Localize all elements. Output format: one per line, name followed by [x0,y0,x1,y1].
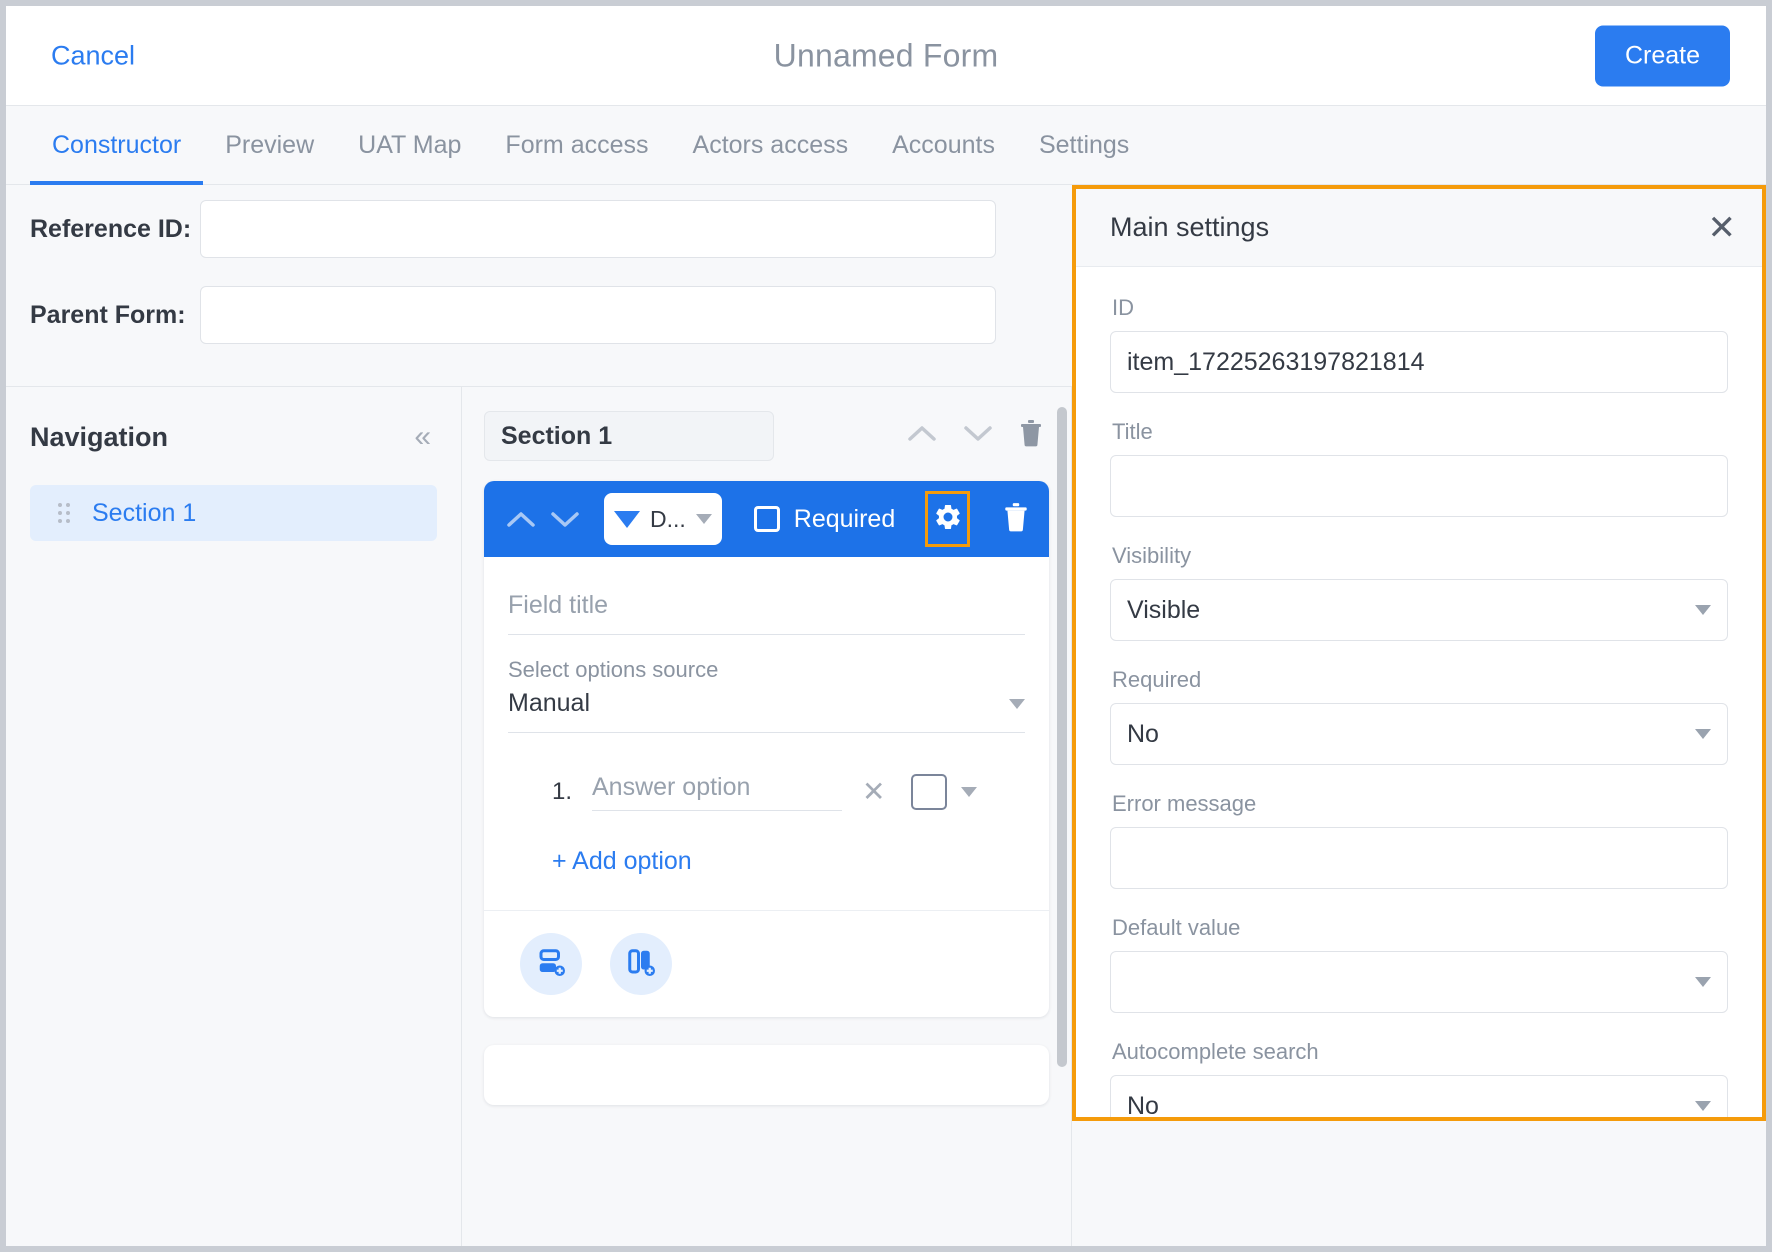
field-footer [484,910,1049,1017]
field-body: Field title Select options source Manual… [484,557,1049,910]
field-move-down-icon[interactable] [550,510,580,528]
setting-value-required: No [1127,719,1159,748]
field-toolbar: D... Required [484,481,1049,557]
setting-label-autocomplete-search: Autocomplete search [1112,1039,1319,1064]
field-move-up-icon[interactable] [506,510,536,528]
answer-option-number: 1. [552,778,573,805]
tab-form-access[interactable]: Form access [483,107,670,185]
page-title: Unnamed Form [773,37,999,73]
form-canvas: Section 1 D... Required Field title Sele… [462,387,1072,1246]
setting-select-required[interactable]: No [1110,703,1728,765]
parent-form-input[interactable] [200,286,996,344]
setting-input-error-message[interactable] [1110,827,1728,889]
chevron-down-icon [1695,977,1711,987]
next-field-card-placeholder [484,1045,1049,1105]
setting-label-default-value: Default value [1112,915,1241,940]
setting-input-title[interactable] [1110,455,1728,517]
chevron-down-icon [1695,729,1711,739]
section-toolbar [907,419,1043,447]
chevron-down-icon [695,514,712,524]
settings-panel-title: Main settings [1110,212,1270,242]
close-icon[interactable]: ✕ [862,778,885,806]
tab-constructor[interactable]: Constructor [30,107,204,185]
main-body: Navigation « Section 1 Section 1 D... Re… [6,185,1766,1246]
navigation-header: Navigation « [6,409,461,465]
answer-option-input[interactable]: Answer option [592,773,842,811]
main-settings-panel: Main settings ✕ ID item_1722526319782181… [1072,185,1766,1121]
field-title-input[interactable]: Field title [508,591,1025,635]
section-delete-icon[interactable] [1019,419,1043,447]
navigation-panel: Navigation « Section 1 [6,387,462,1246]
form-constructor-app: Cancel Unnamed Form Create Constructor P… [0,0,1772,1252]
add-row-icon [536,947,566,982]
required-checkbox[interactable]: Required [753,504,896,534]
chevron-down-icon [1695,1101,1711,1111]
section-move-up-icon[interactable] [907,424,937,442]
tab-preview[interactable]: Preview [203,107,336,185]
field-type-label: D... [650,505,686,532]
navigation-title: Navigation [30,421,169,452]
setting-input-id[interactable]: item_17225263197821814 [1110,331,1728,393]
gear-icon [933,502,963,537]
chevron-down-icon [1009,698,1025,709]
tab-accounts[interactable]: Accounts [870,107,1017,185]
top-bar: Cancel Unnamed Form Create [6,6,1766,106]
trash-icon [1003,502,1029,537]
answer-option-row: 1. Answer option ✕ [508,755,1025,811]
setting-label-required: Required [1112,667,1202,692]
setting-label-id: ID [1112,295,1134,320]
setting-select-visibility[interactable]: Visible [1110,579,1728,641]
add-column-icon [626,947,656,982]
setting-label-error-message: Error message [1112,791,1257,816]
parent-form-label: Parent Form: [30,300,186,329]
chevron-down-icon[interactable] [961,787,978,797]
settings-panel-header: Main settings ✕ [1076,189,1762,267]
sidebar-item-section-1[interactable]: Section 1 [30,485,437,541]
tab-actors-access[interactable]: Actors access [671,107,871,185]
field-type-select[interactable]: D... [604,493,722,545]
tab-settings[interactable]: Settings [1017,107,1151,185]
settings-panel-body: ID item_17225263197821814 Title Visibili… [1076,267,1762,1120]
form-meta-section: Reference ID: Parent Form: [6,186,1146,386]
add-column-button[interactable] [610,933,672,995]
add-field-button[interactable] [520,933,582,995]
setting-value-autocomplete-search: No [1127,1091,1159,1120]
setting-value-visibility: Visible [1127,595,1201,624]
chevron-down-icon [1695,605,1711,615]
chevron-double-left-icon[interactable]: « [414,422,431,452]
tab-bar: Constructor Preview UAT Map Form access … [6,107,1766,185]
setting-label-visibility: Visibility [1112,543,1192,568]
section-name-input[interactable]: Section 1 [484,411,774,461]
setting-label-title: Title [1112,419,1153,444]
add-option-button[interactable]: + Add option [508,811,1025,910]
field-delete-button[interactable] [998,502,1033,537]
parent-form-row: Parent Form: [6,272,1146,358]
options-source-label: Select options source [508,657,719,682]
sidebar-item-label: Section 1 [92,498,197,527]
field-title-placeholder: Field title [508,591,609,619]
tab-uat-map[interactable]: UAT Map [336,107,483,185]
options-source-select[interactable]: Select options source Manual [508,657,1025,733]
setting-select-default-value[interactable] [1110,951,1728,1013]
options-source-value: Manual [508,689,590,717]
checkbox-icon [753,506,780,532]
canvas-scrollbar[interactable] [1057,407,1067,1067]
option-color-swatch[interactable] [911,774,948,810]
reference-id-row: Reference ID: [6,186,1146,272]
close-icon[interactable]: ✕ [1708,211,1737,245]
reference-id-input[interactable] [200,200,996,258]
reference-id-label: Reference ID: [30,214,192,243]
field-card: D... Required Field title Select options… [484,481,1049,1017]
setting-select-autocomplete-search[interactable]: No [1110,1075,1728,1120]
required-label: Required [793,504,896,533]
section-move-down-icon[interactable] [963,424,993,442]
field-settings-button[interactable] [925,491,971,547]
dropdown-type-icon [614,510,640,528]
create-button[interactable]: Create [1594,25,1730,86]
drag-handle-icon[interactable] [58,503,70,523]
